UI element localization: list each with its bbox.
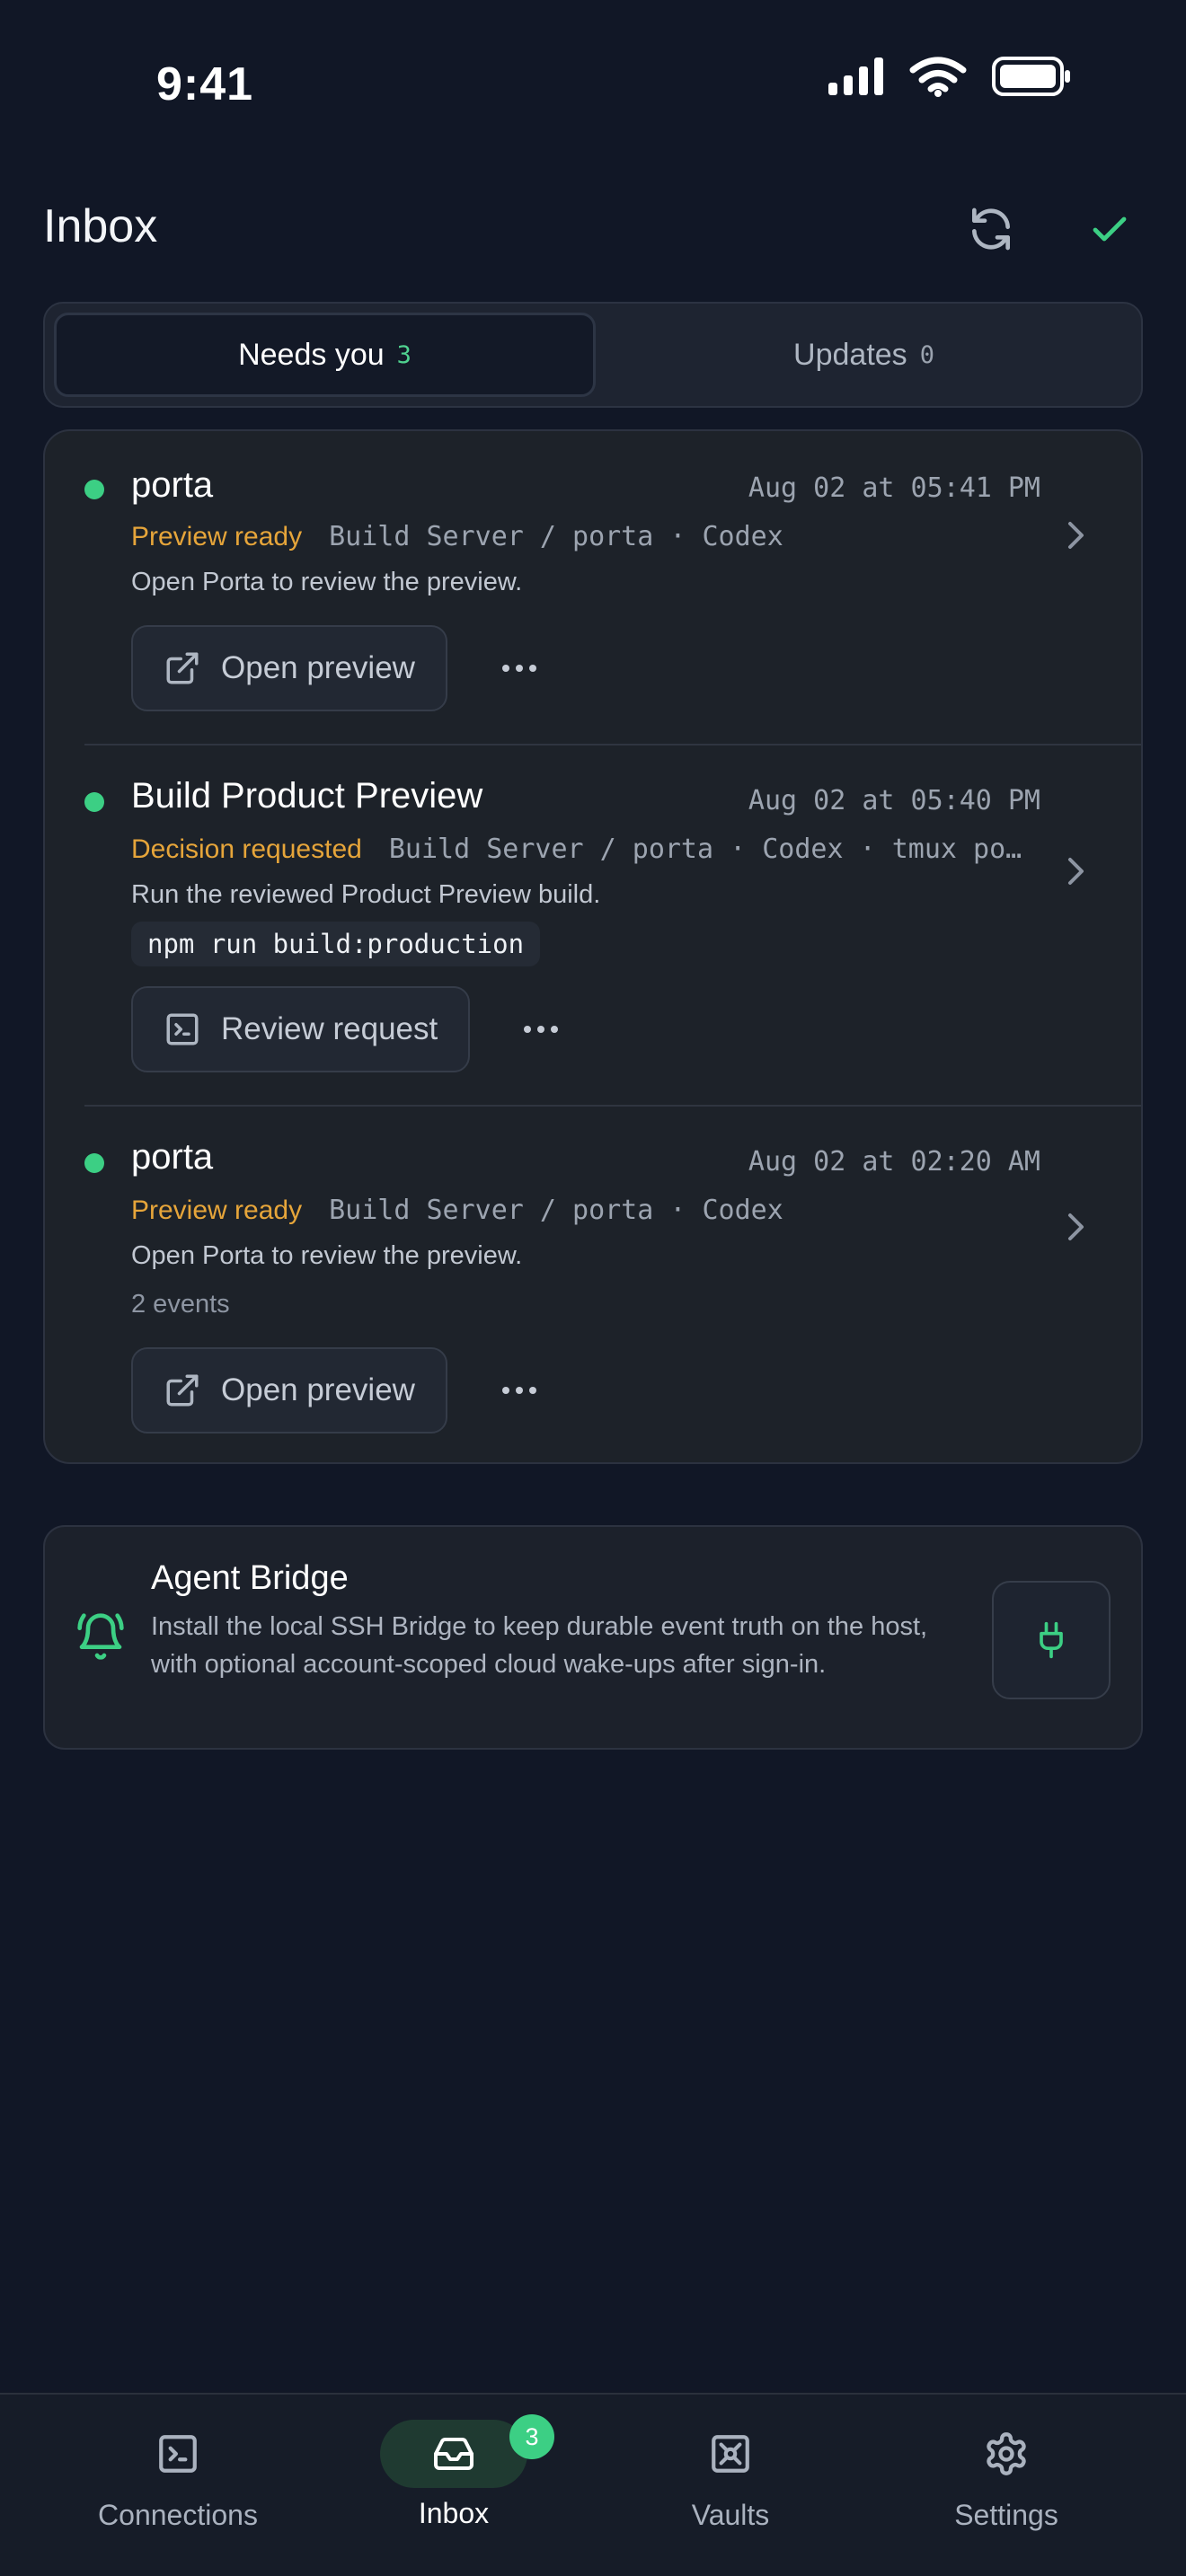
tab-label: Vaults bbox=[691, 2499, 770, 2531]
item-meta-row: Preview ready Build Server / porta · Cod… bbox=[131, 521, 1030, 552]
plug-icon bbox=[1040, 1621, 1063, 1659]
tab-vaults[interactable]: Vaults bbox=[596, 2395, 865, 2538]
item-timestamp: Aug 02 at 05:40 PM bbox=[748, 785, 1040, 816]
more-options-button[interactable] bbox=[514, 1002, 568, 1056]
page-title: Inbox bbox=[43, 200, 158, 252]
bridge-title: Agent Bridge bbox=[151, 1559, 349, 1597]
tab-label: Inbox bbox=[418, 2497, 490, 2529]
more-icon bbox=[502, 665, 536, 672]
open-preview-button[interactable]: Open preview bbox=[131, 625, 447, 711]
status-icons bbox=[828, 56, 1071, 97]
status-bar: 9:41 bbox=[0, 0, 1186, 144]
tab-count: 3 bbox=[396, 340, 412, 369]
tab-inbox[interactable]: 3 Inbox bbox=[319, 2395, 589, 2538]
tab-updates[interactable]: Updates 0 bbox=[596, 313, 1132, 397]
item-title: porta bbox=[131, 1137, 214, 1177]
button-label: Review request bbox=[221, 1011, 438, 1046]
inbox-icon bbox=[434, 2438, 474, 2470]
command-snippet: npm run build:production bbox=[131, 922, 541, 966]
inbox-item[interactable]: porta Aug 02 at 02:20 AM Preview ready B… bbox=[45, 1105, 1141, 1462]
item-timestamp: Aug 02 at 05:41 PM bbox=[748, 472, 1040, 504]
status-badge: Preview ready bbox=[131, 522, 303, 551]
tab-label: Needs you bbox=[238, 337, 385, 372]
tab-needs-you[interactable]: Needs you 3 bbox=[54, 313, 596, 397]
inbox-item[interactable]: Build Product Preview Aug 02 at 05:40 PM… bbox=[45, 744, 1141, 1105]
divider bbox=[84, 1105, 1141, 1107]
tab-count: 0 bbox=[919, 340, 934, 369]
item-timestamp: Aug 02 at 02:20 AM bbox=[748, 1146, 1040, 1178]
status-time: 9:41 bbox=[156, 58, 254, 110]
inbox-item[interactable]: porta Aug 02 at 05:41 PM Preview ready B… bbox=[45, 431, 1141, 744]
tab-label: Connections bbox=[98, 2499, 258, 2531]
chevron-right-icon bbox=[1058, 853, 1094, 889]
button-label: Open preview bbox=[221, 650, 415, 685]
more-options-button[interactable] bbox=[492, 641, 546, 695]
item-description: Open Porta to review the preview. bbox=[131, 1241, 523, 1270]
item-title: porta bbox=[131, 465, 214, 505]
wifi-icon bbox=[909, 57, 967, 97]
tab-connections[interactable]: Connections bbox=[43, 2395, 313, 2538]
mark-all-read-button[interactable] bbox=[1078, 198, 1141, 260]
item-meta-row: Preview ready Build Server / porta · Cod… bbox=[131, 1195, 1030, 1226]
more-options-button[interactable] bbox=[492, 1363, 546, 1417]
unread-indicator bbox=[84, 480, 104, 499]
external-link-icon bbox=[166, 652, 199, 684]
checkmark-icon bbox=[1093, 216, 1127, 242]
item-meta: Build Server / porta · Codex bbox=[329, 1195, 783, 1226]
unread-indicator bbox=[84, 792, 104, 812]
open-preview-button[interactable]: Open preview bbox=[131, 1347, 447, 1434]
segmented-tabs: Needs you 3 Updates 0 bbox=[43, 302, 1143, 408]
bridge-description: Install the local SSH Bridge to keep dur… bbox=[151, 1612, 928, 1679]
item-meta-row: Decision requested Build Server / porta … bbox=[131, 834, 1030, 865]
chevron-right-icon bbox=[1058, 1209, 1094, 1245]
inbox-list: porta Aug 02 at 05:41 PM Preview ready B… bbox=[43, 429, 1143, 1464]
item-meta: Build Server / porta · Codex bbox=[329, 521, 783, 552]
item-meta: Build Server / porta · Codex · tmux por… bbox=[388, 834, 1030, 865]
tab-settings[interactable]: Settings bbox=[872, 2395, 1141, 2538]
item-title: Build Product Preview bbox=[131, 776, 483, 816]
more-icon bbox=[524, 1026, 558, 1033]
terminal-icon bbox=[159, 2435, 197, 2473]
divider bbox=[84, 744, 1141, 745]
gear-icon bbox=[987, 2432, 1026, 2475]
bell-icon bbox=[77, 1613, 124, 1660]
chevron-right-icon bbox=[1058, 517, 1094, 553]
tab-label: Updates bbox=[793, 337, 907, 372]
button-label: Open preview bbox=[221, 1372, 415, 1407]
header: Inbox bbox=[43, 180, 1143, 269]
status-badge: Preview ready bbox=[131, 1195, 303, 1225]
refresh-icon bbox=[972, 207, 1010, 251]
unread-indicator bbox=[84, 1153, 104, 1173]
refresh-button[interactable] bbox=[960, 198, 1022, 260]
battery-icon bbox=[992, 57, 1070, 96]
item-description: Run the reviewed Product Preview build. bbox=[131, 880, 601, 909]
bottom-tab-bar: Connections 3 Inbox Vaults Settings bbox=[0, 2393, 1186, 2576]
inbox-count-badge: 3 bbox=[509, 2414, 554, 2459]
item-description: Open Porta to review the preview. bbox=[131, 568, 523, 596]
vault-icon bbox=[712, 2435, 749, 2473]
tab-label: Settings bbox=[954, 2499, 1058, 2531]
active-tab-pill: 3 bbox=[380, 2414, 554, 2488]
external-link-icon bbox=[166, 1374, 199, 1407]
event-count: 2 events bbox=[131, 1290, 230, 1319]
install-bridge-button[interactable] bbox=[992, 1581, 1111, 1699]
more-icon bbox=[502, 1387, 536, 1394]
terminal-icon bbox=[166, 1013, 199, 1045]
agent-bridge-card: Agent Bridge Install the local SSH Bridg… bbox=[43, 1525, 1143, 1750]
signal-icon bbox=[828, 57, 883, 95]
review-request-button[interactable]: Review request bbox=[131, 986, 471, 1072]
status-badge: Decision requested bbox=[131, 834, 362, 864]
